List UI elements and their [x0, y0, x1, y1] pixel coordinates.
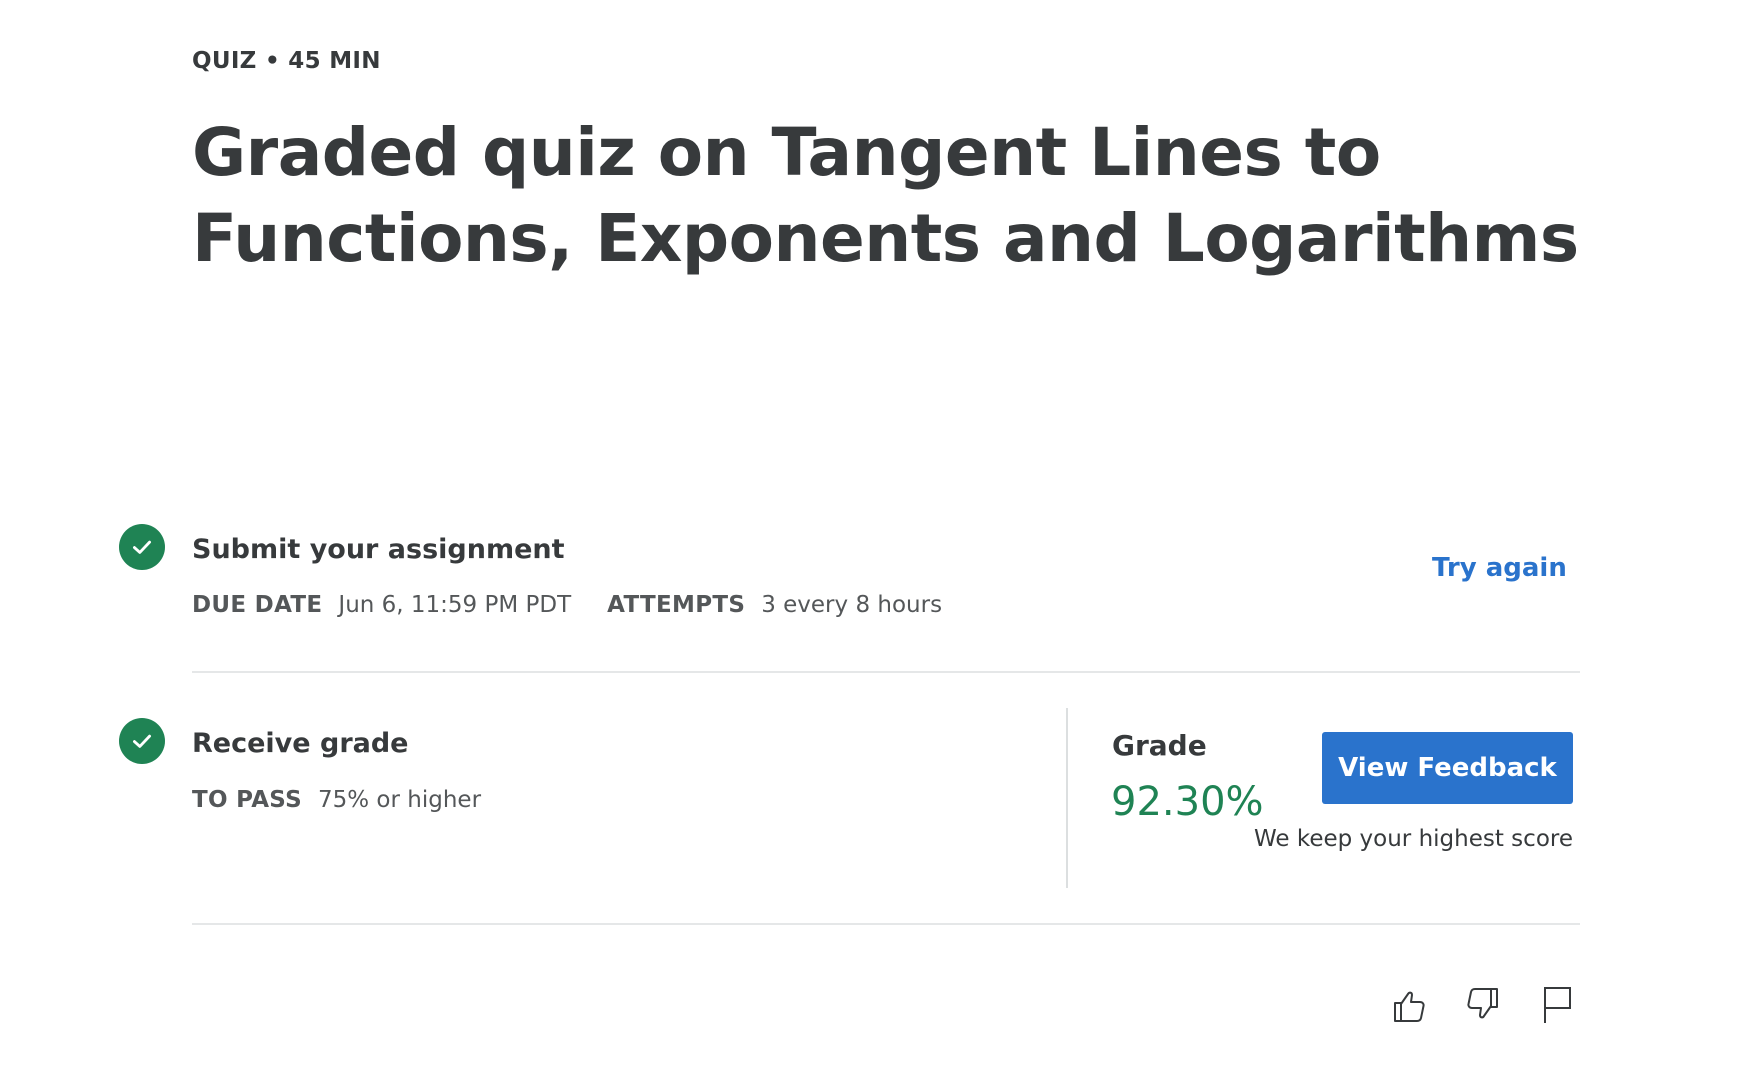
grade-step-meta: TO PASS 75% or higher — [192, 787, 517, 813]
flag-icon[interactable] — [1534, 982, 1580, 1028]
view-feedback-button[interactable]: View Feedback — [1322, 732, 1573, 804]
thumbs-up-icon[interactable] — [1386, 982, 1432, 1028]
try-again-button[interactable]: Try again — [1432, 553, 1567, 583]
to-pass-label: TO PASS — [192, 787, 302, 813]
to-pass-value: 75% or higher — [318, 787, 482, 813]
due-date-label: DUE DATE — [192, 592, 323, 618]
grade-value: 92.30% — [1111, 779, 1264, 825]
submit-step-meta: DUE DATE Jun 6, 11:59 PM PDT ATTEMPTS 3 … — [192, 592, 978, 618]
highest-score-note: We keep your highest score — [1253, 826, 1573, 852]
submit-step-title: Submit your assignment — [192, 534, 565, 565]
due-date-value: Jun 6, 11:59 PM PDT — [338, 592, 572, 618]
section-divider — [192, 923, 1580, 925]
feedback-icons — [1386, 982, 1580, 1028]
check-circle-icon — [119, 524, 165, 570]
grade-label: Grade — [1112, 729, 1207, 762]
section-divider — [192, 671, 1580, 673]
attempts-value: 3 every 8 hours — [761, 592, 943, 618]
vertical-divider — [1066, 708, 1068, 888]
check-circle-icon — [119, 718, 165, 764]
quiz-page: QUIZ • 45 MIN Graded quiz on Tangent Lin… — [0, 0, 1738, 1070]
quiz-eyebrow: QUIZ • 45 MIN — [192, 48, 381, 74]
attempts-label: ATTEMPTS — [607, 592, 746, 618]
grade-step-title: Receive grade — [192, 728, 409, 759]
page-title: Graded quiz on Tangent Lines to Function… — [192, 114, 1579, 277]
thumbs-down-icon[interactable] — [1460, 982, 1506, 1028]
